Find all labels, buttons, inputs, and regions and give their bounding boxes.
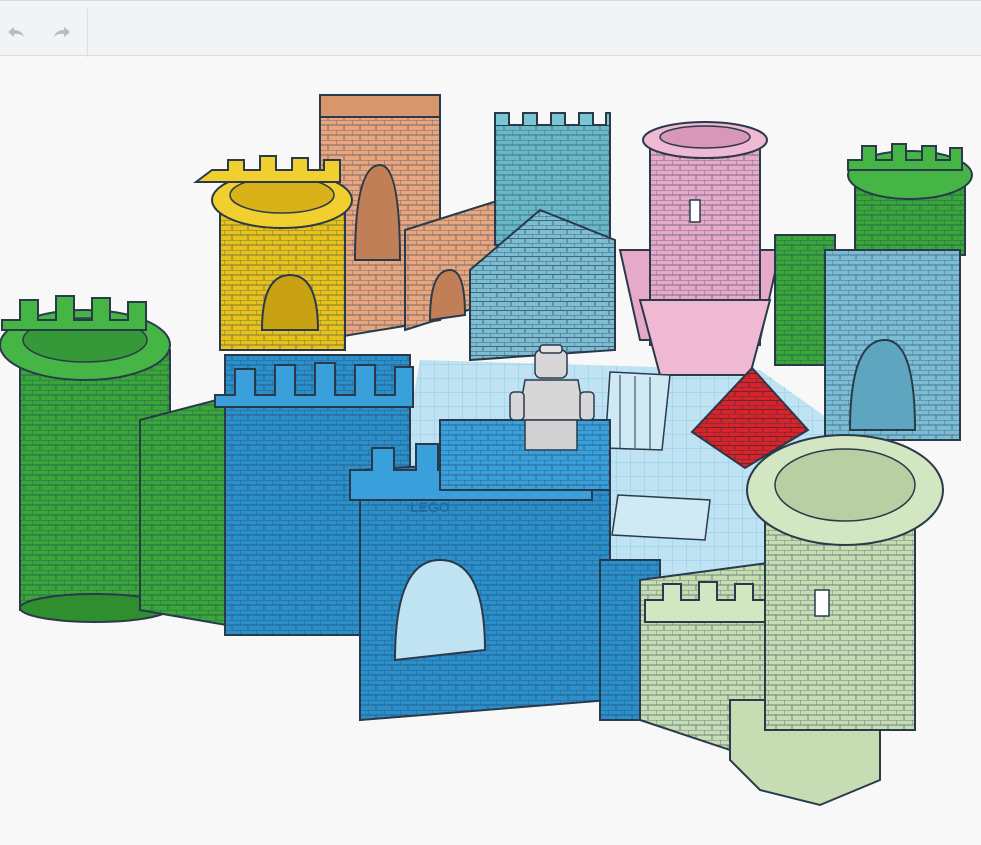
castle-scene[interactable]: LEGO (0, 56, 981, 845)
green-tower-left[interactable] (0, 295, 256, 632)
3d-workplane-viewport[interactable]: LEGO (0, 56, 981, 845)
light-blue-gatehouse[interactable] (824, 249, 961, 441)
redo-arrow-icon (54, 27, 70, 37)
redo-button[interactable] (48, 19, 76, 47)
yellow-tower[interactable] (193, 155, 353, 351)
top-toolbar (0, 0, 981, 57)
pink-tower[interactable] (618, 121, 782, 376)
lego-engraving: LEGO (410, 499, 450, 515)
undo-arrow-icon (8, 27, 24, 37)
undo-button[interactable] (2, 19, 30, 47)
history-controls (0, 9, 88, 57)
